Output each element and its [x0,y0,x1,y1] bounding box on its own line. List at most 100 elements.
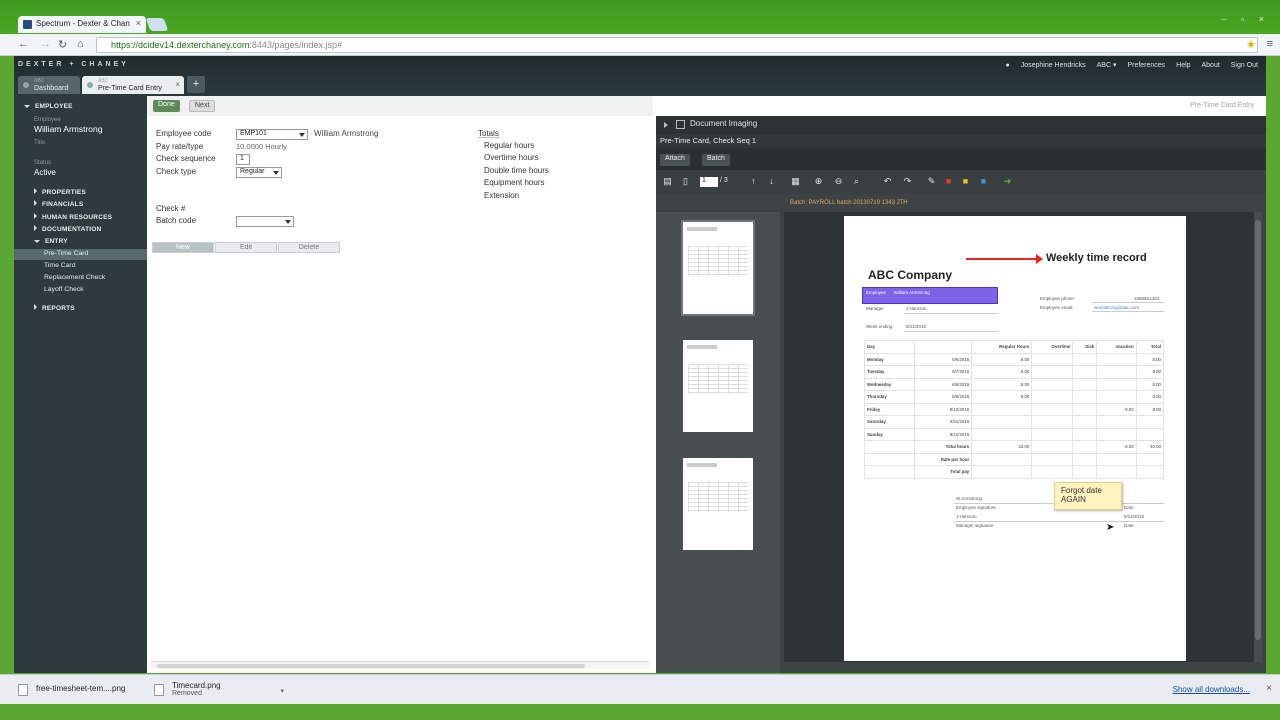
sidebar-item-replacement-check[interactable]: Replacement Check [44,274,105,281]
app-header: DEXTER + CHANEY ● Josephine Hendricks AB… [14,56,1266,96]
sticky-note-icon[interactable]: ■ [960,176,971,187]
tab-company: ABC [98,78,109,84]
add-tab-button[interactable]: + [187,76,205,93]
email-label: Employee email: [1040,305,1074,310]
done-button[interactable]: Done [153,100,180,112]
close-icon[interactable]: × [175,81,180,89]
pay-rate-value: 10.0000 Hourly [236,142,287,151]
forward-icon[interactable]: → [40,38,51,50]
image-icon[interactable]: ■ [978,176,989,187]
new-button[interactable]: New [152,242,214,253]
sidebar: EMPLOYEE Employee William Armstrong Titl… [14,96,147,673]
sticky-note[interactable]: Forgot date AGAIN [1054,482,1122,510]
manager-signature: J.Harrison [956,514,977,519]
page-thumbnail-2[interactable] [683,340,753,432]
sidebar-item-documentation[interactable]: DOCUMENTATION [34,225,101,233]
sidebar-item-time-card[interactable]: Time Card [44,262,75,269]
horizontal-scrollbar[interactable] [151,661,649,669]
collapse-icon[interactable] [664,122,668,128]
download-item[interactable]: Timecard.png Removed ▾ [150,679,290,701]
check-sequence-label: Check sequence [156,154,216,163]
close-icon[interactable]: × [1266,683,1272,694]
sidebar-item-human-resources[interactable]: HUMAN RESOURCES [34,213,112,221]
export-icon[interactable]: ➜ [1002,176,1013,187]
mouse-cursor-icon: ➤ [1106,522,1115,533]
chevron-down-icon[interactable]: ▾ [280,687,284,695]
employee-highlight: Employee William Armstrong [862,287,998,304]
batch-button[interactable]: Batch [702,154,730,166]
company-name: ABC Company [868,268,953,282]
preferences-link[interactable]: Preferences [1127,62,1165,69]
red-arrow-annotation [966,258,1040,260]
download-item[interactable]: free-timesheet-tem....png [14,679,144,701]
zoom-out-icon[interactable]: ⊖ [833,176,844,187]
employee-code-select[interactable]: EMP101 [236,129,308,140]
close-tab-icon[interactable]: × [136,18,141,28]
help-link[interactable]: Help [1176,62,1190,69]
zoom-in-icon[interactable]: ⊕ [813,176,824,187]
document-imaging-panel: Document Imaging Pre-Time Card, Check Se… [656,116,1266,673]
page-number-input[interactable]: 1 [700,177,718,187]
sign-out-link[interactable]: Sign Out [1231,62,1258,69]
pen-icon[interactable]: ✎ [926,176,937,187]
new-tab-button[interactable] [145,18,169,31]
page-icon[interactable]: ▯ [680,176,691,187]
check-type-select[interactable]: Regular [236,167,282,178]
employee-label: Employee [34,117,61,123]
show-all-downloads-link[interactable]: Show all downloads... [1173,685,1250,694]
extension-label: Extension [484,191,520,200]
download-filename: free-timesheet-tem....png [36,684,126,693]
sidebar-item-layoff-check[interactable]: Layoff Check [44,286,84,293]
red-stamp-icon[interactable]: ■ [943,176,954,187]
batch-code-select[interactable] [236,216,294,227]
home-icon[interactable]: ⌂ [77,38,84,50]
scrollbar-thumb[interactable] [1255,220,1261,640]
url-path: :8443/pages/index.jsp# [249,40,342,50]
tab-pre-time-card-entry[interactable]: ABC Pre-Time Card Entry × [82,76,184,94]
signature-date: 8/12/2016 [1124,514,1145,519]
zoom-select-icon[interactable]: ⌕ [851,176,862,187]
attach-button[interactable]: Attach [660,154,690,166]
bookmark-star-icon[interactable]: ★ [1246,38,1256,51]
reload-icon[interactable]: ↻ [58,38,67,51]
about-link[interactable]: About [1202,62,1220,69]
check-sequence-input[interactable]: 1 [236,154,250,165]
back-icon[interactable]: ← [18,38,29,50]
edit-button[interactable]: Edit [215,242,277,253]
scanned-timesheet: Weekly time record ABC Company Employee … [844,216,1186,661]
underline [1092,311,1164,312]
tab-dashboard[interactable]: ABC Dashboard [18,76,80,94]
manager-value: J.Harrison [906,306,927,311]
rotate-left-icon[interactable]: ↶ [882,176,893,187]
arrow-down-icon[interactable]: ↓ [766,176,777,187]
sidebar-section-employee[interactable]: EMPLOYEE [24,103,73,110]
sidebar-item-financials[interactable]: FINANCIALS [34,200,83,208]
sidebar-item-entry[interactable]: ENTRY [34,238,68,245]
document-imaging-header[interactable]: Document Imaging [656,116,1266,134]
rotate-right-icon[interactable]: ↷ [902,176,913,187]
arrow-up-icon[interactable]: ↑ [748,176,759,187]
check-type-label: Check type [156,167,197,176]
document-imaging-title: Document Imaging [690,119,758,128]
page-thumbnail-1[interactable] [681,220,755,316]
user-name[interactable]: Josephine Hendricks [1021,62,1086,69]
sidebar-item-properties[interactable]: PROPERTIES [34,188,86,196]
delete-button[interactable]: Delete [278,242,340,253]
signature-line [954,521,1164,522]
sidebar-item-pre-time-card[interactable]: Pre-Time Card [14,249,147,260]
sidebar-item-reports[interactable]: REPORTS [34,304,75,312]
page-thumbnail-3[interactable] [683,458,753,550]
browser-tab[interactable]: Spectrum - Dexter & Chan × [18,16,146,33]
url-input[interactable]: https://dcidev14.dexterchaney.com:8443/p… [96,37,1258,53]
window-controls[interactable]: – ▫ × [1222,14,1270,24]
grid-icon[interactable]: ▦ [790,176,801,187]
print-icon[interactable]: ▤ [662,176,673,187]
phone-value: 2065551424 [1134,296,1160,301]
company-menu[interactable]: ABC ▾ [1097,62,1117,69]
next-button[interactable]: Next [189,100,216,112]
scrollbar-thumb[interactable] [157,664,585,668]
manager-label: Manager [866,306,884,311]
viewer-scrollbar[interactable] [1254,212,1262,662]
browser-menu-icon[interactable]: ≡ [1267,38,1273,50]
overtime-hours-label: Overtime hours [484,153,539,162]
